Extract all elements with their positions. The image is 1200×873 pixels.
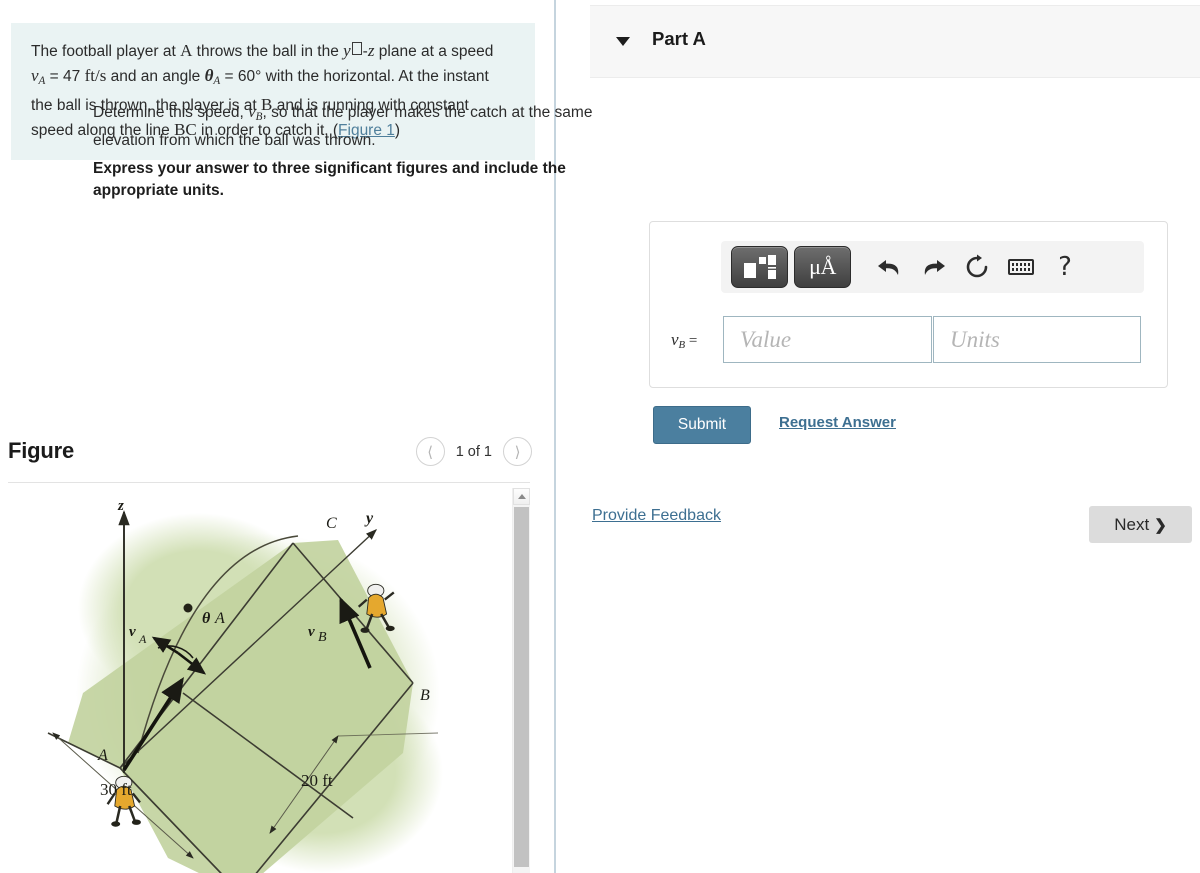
label-dim-30ft: 30 ft — [100, 780, 132, 799]
instruction-text: Express your answer to three significant… — [93, 160, 566, 199]
triangle-down-icon[interactable] — [616, 37, 630, 46]
reset-icon[interactable] — [955, 247, 999, 287]
question-var-v: v — [248, 102, 256, 121]
figure-next-button[interactable]: ⟩ — [503, 437, 532, 466]
units-glyph: μÅ — [809, 254, 836, 279]
question-text: Determine this speed, vB, so that the pl… — [93, 100, 633, 152]
scrollbar-thumb[interactable] — [514, 507, 529, 867]
next-button[interactable]: Next ❯ — [1089, 506, 1192, 543]
figure-diagram: z y x A B C v A v B θ A 30 ft 20 ft — [47, 498, 443, 873]
label-velocity-A: v — [129, 624, 136, 640]
submit-button[interactable]: Submit — [653, 406, 751, 444]
problem-eq-1: = 47 — [45, 67, 85, 85]
problem-text-4: and an angle — [106, 67, 205, 85]
undo-icon[interactable] — [867, 247, 911, 287]
help-glyph: ? — [1058, 252, 1072, 282]
next-button-label: Next — [1114, 514, 1150, 534]
figure-prev-button[interactable]: ⟨ — [415, 437, 445, 466]
problem-eq-2: = 60 — [220, 67, 256, 85]
problem-var-y: y — [343, 41, 351, 60]
reset-glyph — [966, 254, 988, 278]
label-velocity-A-sub: A — [138, 632, 147, 646]
figure-divider — [8, 482, 530, 483]
chevron-right-icon: ❯ — [1154, 516, 1167, 534]
question-pre: Determine this speed, — [93, 104, 249, 121]
math-template-icon[interactable] — [731, 246, 788, 288]
problem-var-v: v — [31, 65, 39, 85]
label-point-C: C — [326, 515, 337, 532]
answer-variable-label: vB = — [671, 330, 697, 351]
label-velocity-B: v — [308, 624, 315, 640]
missing-glyph-box — [351, 42, 362, 55]
label-axis-y: y — [364, 510, 374, 527]
figure-counter: 1 of 1 — [455, 443, 492, 460]
answer-var-sub: B — [678, 339, 686, 352]
problem-units-fts: ft/s — [84, 65, 107, 85]
label-dim-20ft: 20 ft — [301, 771, 333, 790]
problem-text-2: throws the ball in the — [192, 43, 344, 60]
answer-entry-box: μÅ ? vB = Value Units — [649, 221, 1168, 388]
part-a-header[interactable]: Part A — [590, 5, 1200, 78]
problem-text-1: The football player at — [31, 43, 181, 60]
figure-navigation: ⟨ 1 of 1 ⟩ — [415, 437, 532, 466]
label-point-B: B — [420, 687, 430, 704]
label-velocity-B-sub: B — [318, 630, 327, 645]
label-theta: θ — [202, 610, 211, 627]
label-axis-z: z — [117, 498, 124, 514]
help-icon[interactable]: ? — [1043, 247, 1087, 287]
problem-var-A: A — [180, 41, 193, 60]
answer-var-v: v — [671, 330, 679, 349]
page-root: The football player at A throws the ball… — [0, 0, 1200, 873]
part-title: Part A — [652, 28, 706, 49]
provide-feedback-link[interactable]: Provide Feedback — [592, 507, 721, 525]
keyboard-icon[interactable] — [999, 247, 1043, 287]
request-answer-link[interactable]: Request Answer — [779, 414, 896, 431]
answer-equals-sign: = — [688, 333, 698, 349]
label-theta-sub: A — [214, 610, 225, 627]
redo-glyph — [924, 260, 945, 275]
value-input[interactable] — [723, 316, 932, 363]
redo-icon[interactable] — [911, 247, 955, 287]
figure-viewport: z y x A B C v A v B θ A 30 ft 20 ft — [8, 488, 508, 873]
problem-text-3: plane at a speed — [374, 43, 494, 60]
ball-marker — [183, 603, 193, 613]
keyboard-glyph — [1008, 259, 1034, 275]
figure-title: Figure — [8, 438, 75, 463]
template-glyph — [743, 255, 776, 279]
units-input[interactable] — [933, 316, 1141, 363]
undo-glyph — [877, 260, 898, 275]
answer-toolbar: μÅ ? — [721, 241, 1144, 293]
units-mu-angstrom-icon[interactable]: μÅ — [794, 246, 851, 288]
scroll-up-arrow-icon[interactable] — [513, 488, 530, 505]
label-point-A: A — [97, 747, 108, 764]
figure-header: Figure ⟨ 1 of 1 ⟩ — [8, 432, 536, 480]
figure-scrollbar[interactable] — [512, 488, 530, 873]
